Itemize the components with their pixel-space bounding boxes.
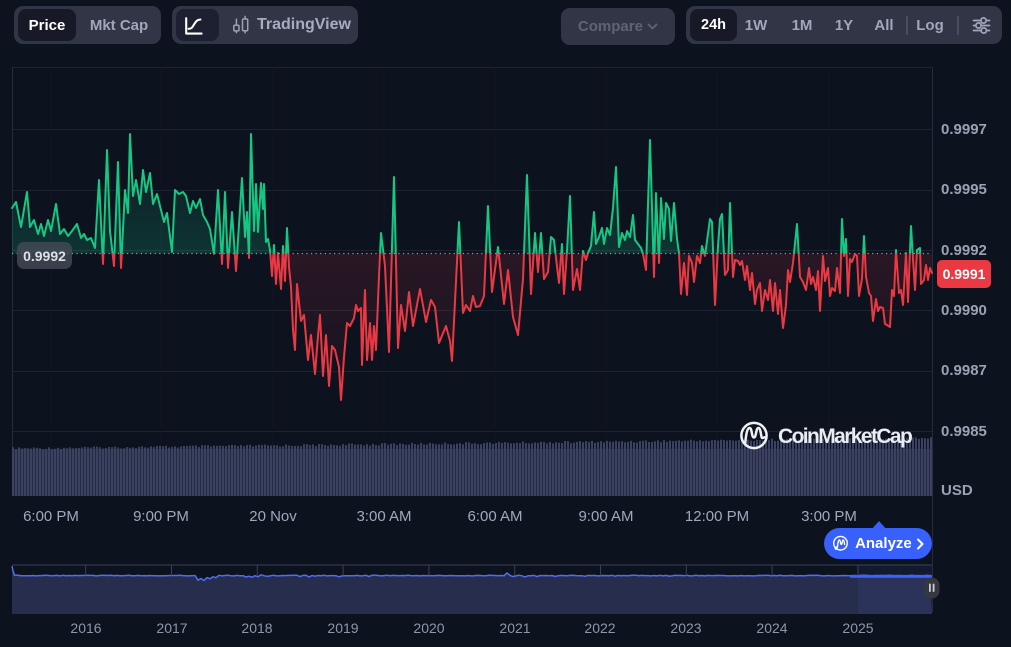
svg-text:CoinMarketCap: CoinMarketCap: [778, 425, 912, 448]
